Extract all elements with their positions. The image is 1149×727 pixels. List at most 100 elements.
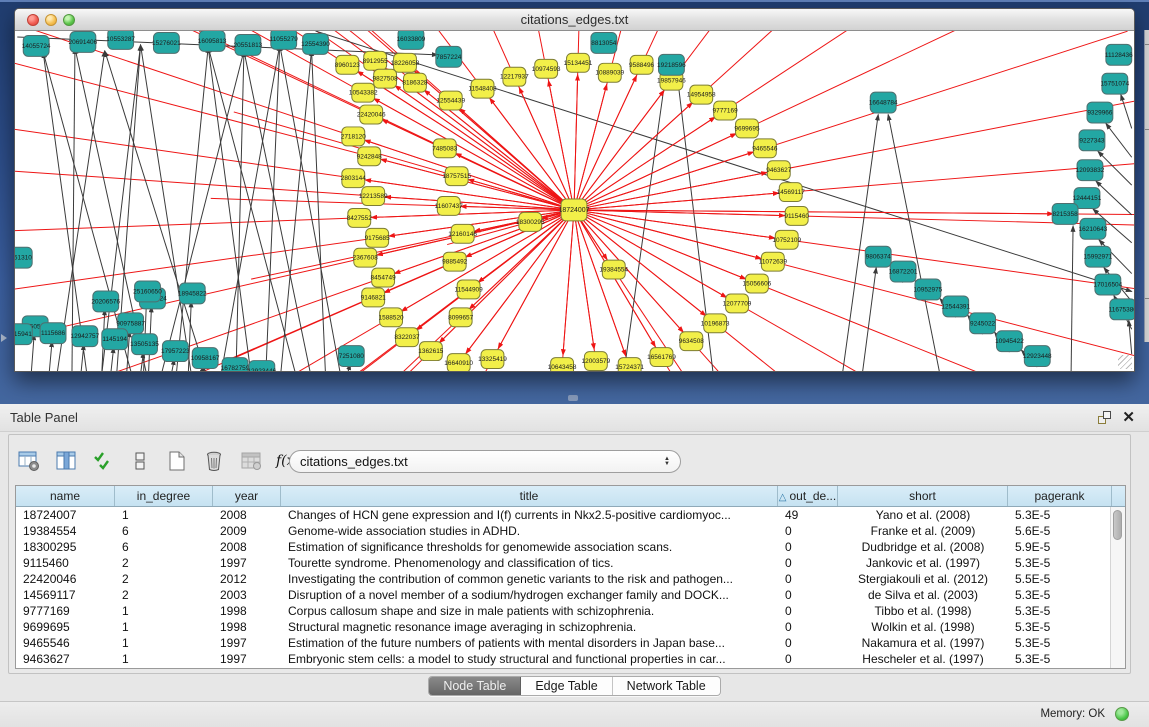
edge[interactable]: [49, 341, 52, 371]
edge[interactable]: [401, 210, 574, 311]
table-row[interactable]: 2242004622012Investigating the contribut…: [16, 571, 1125, 587]
edge[interactable]: [888, 115, 940, 371]
scrollbar-thumb[interactable]: [1113, 510, 1122, 540]
collapse-arrow-icon[interactable]: [1, 334, 7, 342]
edge[interactable]: [466, 210, 574, 354]
edge[interactable]: [141, 45, 192, 371]
float-panel-icon[interactable]: [1098, 411, 1111, 424]
column-header-out_de[interactable]: △out_de...: [778, 486, 838, 506]
edge[interactable]: [84, 31, 574, 210]
table-row[interactable]: 946554611997Estimation of the future num…: [16, 635, 1125, 651]
edge[interactable]: [468, 179, 574, 209]
edge[interactable]: [574, 210, 689, 371]
table-row[interactable]: 1830029562008Estimation of significance …: [16, 539, 1125, 555]
column-header-in_degree[interactable]: in_degree: [115, 486, 213, 506]
edge[interactable]: [842, 115, 878, 371]
table-row[interactable]: 1456911722003Disruption of a novel membe…: [16, 587, 1125, 603]
edge[interactable]: [15, 54, 574, 210]
close-traffic-icon[interactable]: [27, 14, 39, 26]
edge[interactable]: [394, 210, 574, 274]
column-header-year[interactable]: year: [213, 486, 281, 506]
close-panel-icon[interactable]: ✕: [1122, 408, 1135, 426]
table-row[interactable]: 977716911998Corpus callosum shape and si…: [16, 603, 1125, 619]
edge[interactable]: [624, 77, 666, 371]
edge[interactable]: [401, 31, 574, 210]
edge[interactable]: [15, 31, 574, 210]
stacked-squares-icon[interactable]: [128, 449, 152, 473]
edge[interactable]: [15, 31, 574, 210]
edge[interactable]: [563, 210, 574, 355]
edge[interactable]: [539, 210, 574, 371]
vertical-scrollbar[interactable]: [1110, 507, 1125, 668]
edge[interactable]: [15, 31, 574, 210]
edge[interactable]: [574, 210, 626, 356]
memory-status-icon[interactable]: [1115, 707, 1129, 721]
table-mode-icon[interactable]: [17, 449, 41, 473]
edge[interactable]: [374, 98, 574, 210]
tab-network-table[interactable]: Network Table: [613, 677, 720, 695]
edge[interactable]: [385, 197, 574, 210]
table-selector-dropdown[interactable]: citations_edges.txt ▲▼: [289, 450, 681, 473]
edge[interactable]: [208, 47, 295, 371]
edge[interactable]: [574, 210, 1047, 371]
table-row[interactable]: 911546021997Tourette syndrome. Phenomeno…: [16, 555, 1125, 571]
edge[interactable]: [461, 206, 574, 210]
column-header-pagerank[interactable]: pagerank: [1008, 486, 1112, 506]
tab-edge-table[interactable]: Edge Table: [521, 677, 612, 695]
node-label: 10543382: [349, 90, 378, 97]
column-header-title[interactable]: title: [281, 486, 778, 506]
cell-out_de: 0: [778, 555, 838, 571]
edge[interactable]: [266, 45, 280, 371]
edge[interactable]: [574, 95, 1134, 210]
edge[interactable]: [574, 210, 727, 298]
table-row[interactable]: 946362711997Embryonic stem cells: a mode…: [16, 651, 1125, 667]
edge[interactable]: [72, 48, 75, 371]
edge[interactable]: [574, 210, 683, 332]
edge[interactable]: [574, 31, 943, 210]
edge[interactable]: [574, 210, 1134, 222]
edge[interactable]: [574, 210, 1104, 371]
edge[interactable]: [574, 158, 1134, 210]
edge[interactable]: [81, 344, 84, 371]
network-window[interactable]: citations_edges.txt 18724007896012389129…: [14, 8, 1135, 372]
edge[interactable]: [574, 75, 578, 210]
table-row[interactable]: 969969511998Structural magnetic resonanc…: [16, 619, 1125, 635]
network-window-titlebar[interactable]: citations_edges.txt: [15, 9, 1134, 31]
edge[interactable]: [389, 210, 574, 236]
window-resize-grip[interactable]: [1118, 355, 1132, 369]
edge[interactable]: [862, 268, 876, 371]
edge[interactable]: [395, 86, 574, 210]
zoom-traffic-icon[interactable]: [63, 14, 75, 26]
edge[interactable]: [1121, 95, 1132, 129]
edge[interactable]: [1071, 226, 1073, 371]
show-columns-icon[interactable]: [54, 449, 78, 473]
column-header-short[interactable]: short: [838, 486, 1008, 506]
edge[interactable]: [1106, 123, 1132, 157]
edge[interactable]: [357, 71, 574, 210]
tab-node-table[interactable]: Node Table: [429, 677, 521, 695]
new-column-icon[interactable]: [165, 449, 189, 473]
edge[interactable]: [574, 210, 735, 371]
minimize-traffic-icon[interactable]: [45, 14, 57, 26]
edge[interactable]: [574, 152, 754, 210]
splitter-handle-icon[interactable]: [568, 395, 578, 401]
background-window-edge[interactable]: [1144, 30, 1149, 342]
node-table[interactable]: namein_degreeyeartitle△out_de...shortpag…: [15, 485, 1126, 669]
edge[interactable]: [221, 45, 280, 371]
edge[interactable]: [111, 347, 114, 371]
table-row[interactable]: 1872400712008Changes of HCN gene express…: [16, 507, 1125, 523]
table-row[interactable]: 1938455462009Genome-wide association stu…: [16, 523, 1125, 539]
network-canvas[interactable]: 1872400789601238912955182260589827508818…: [15, 31, 1134, 371]
edge[interactable]: [281, 50, 312, 371]
node-label: 18945822: [178, 290, 207, 297]
edge[interactable]: [15, 31, 574, 210]
edge[interactable]: [574, 210, 594, 349]
edge[interactable]: [574, 31, 857, 210]
delete-column-icon[interactable]: [202, 449, 226, 473]
edge[interactable]: [574, 90, 664, 210]
citation-network-graph[interactable]: 1872400789601238912955182260589827508818…: [15, 31, 1134, 371]
column-header-name[interactable]: name: [16, 486, 115, 506]
edge[interactable]: [15, 31, 574, 210]
row-selection-icon[interactable]: [91, 449, 115, 473]
edge[interactable]: [574, 210, 1134, 360]
